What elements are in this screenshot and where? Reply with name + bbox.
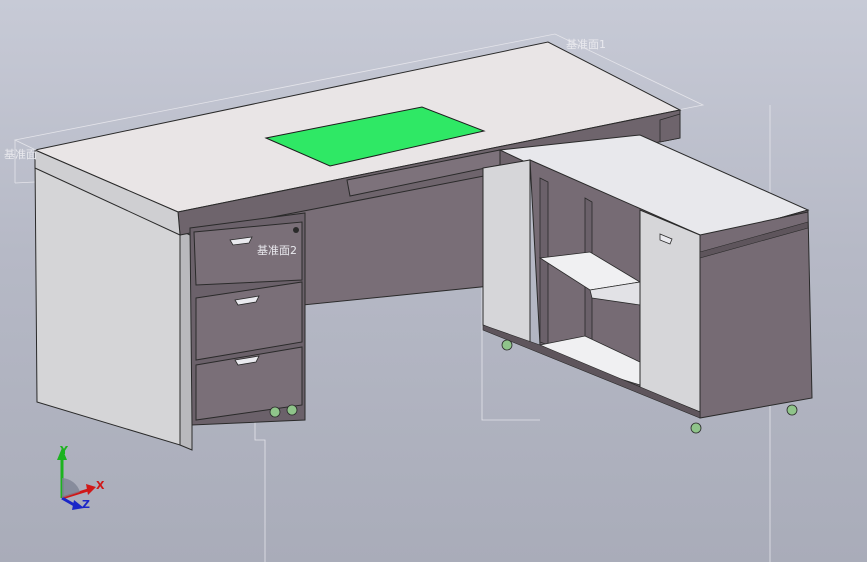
caster	[786, 404, 798, 416]
y-axis-label: Y	[60, 444, 68, 457]
x-axis-label: X	[96, 479, 105, 492]
plane-3-label[interactable]: 基准面	[4, 146, 37, 162]
plane-1-label[interactable]: 基准面1	[566, 36, 606, 52]
z-axis-label: Z	[82, 498, 90, 511]
triad-icon	[57, 448, 96, 510]
orientation-triad[interactable]: Y X Z	[46, 440, 116, 515]
model-viewport[interactable]: 基准面1 基准面2 基准面 Y X Z	[0, 0, 867, 562]
lock-icon	[293, 227, 299, 233]
caster	[690, 422, 702, 434]
caster	[501, 339, 513, 351]
desk-3d-model[interactable]	[0, 0, 867, 562]
plane-2-label[interactable]: 基准面2	[257, 242, 297, 258]
caster	[269, 406, 281, 418]
caster	[286, 404, 298, 416]
return-cabinet	[482, 134, 813, 434]
